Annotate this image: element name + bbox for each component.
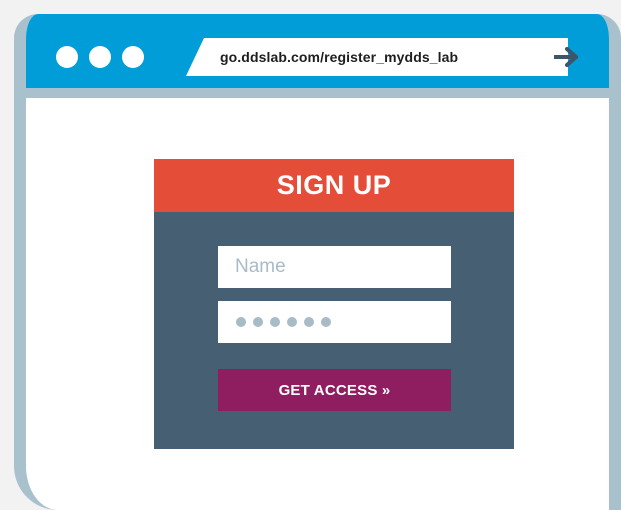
url-text[interactable]: go.ddslab.com/register_mydds_lab [220,38,458,76]
name-input[interactable]: Name [218,246,451,288]
browser-window: go.ddslab.com/register_mydds_lab SIGN UP… [14,14,621,510]
password-mask [236,317,331,327]
browser-titlebar: go.ddslab.com/register_mydds_lab [26,14,609,98]
window-controls [56,46,144,68]
password-dot [321,317,331,327]
window-dot-icon[interactable] [89,46,111,68]
password-dot [253,317,263,327]
password-dot [270,317,280,327]
password-dot [236,317,246,327]
signup-header: SIGN UP [154,159,514,212]
password-dot [287,317,297,327]
signup-card: SIGN UP Name GET ACCESS » [154,159,514,449]
address-bar[interactable]: go.ddslab.com/register_mydds_lab [186,38,578,76]
name-placeholder: Name [235,256,286,277]
window-dot-icon[interactable] [122,46,144,68]
password-dot [304,317,314,327]
signup-title: SIGN UP [276,170,392,200]
window-dot-icon[interactable] [56,46,78,68]
get-access-button[interactable]: GET ACCESS » [218,369,451,411]
password-input[interactable] [218,301,451,343]
